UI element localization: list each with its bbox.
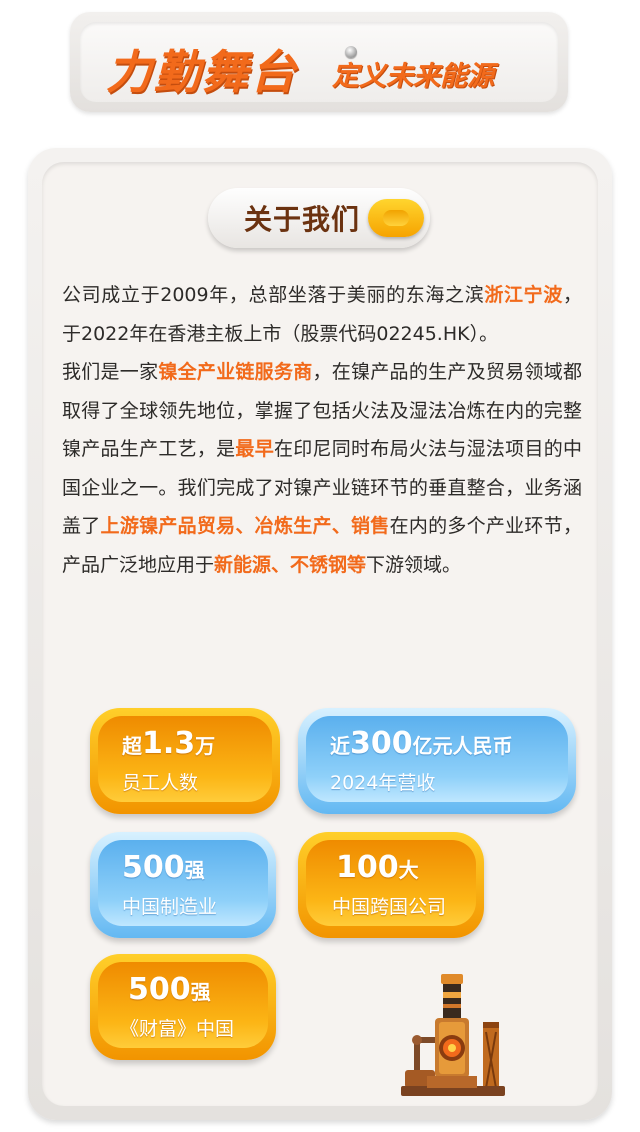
stat-value: 100 [336, 850, 399, 885]
section-title: 关于我们 [244, 203, 361, 236]
stat-value: 500 [122, 850, 185, 885]
factory-illustration-icon [401, 974, 505, 1096]
header-banner: 力勤舞台 定义未来能源 [70, 12, 568, 112]
stat-label: 《财富》中国 [120, 1018, 235, 1040]
header-subtitle: 定义未来能源 [332, 61, 494, 92]
highlight-text: 新能源、不锈钢等 [214, 553, 367, 576]
section-title-pill: 关于我们 [208, 188, 430, 248]
highlight-text: 浙江宁波 [484, 284, 563, 306]
stat-value-line: 100大 [336, 850, 522, 885]
about-paragraph-2: 我们是一家镍全产业链服务商，在镍产品的生产及贸易领域都取得了全球领先地位，掌握了… [62, 353, 582, 584]
stat-label: 中国跨国公司 [332, 896, 447, 918]
stat-unit: 强 [184, 858, 205, 882]
stat-prefix: 近 [330, 734, 350, 758]
stat-card-fortune: 500强 《财富》中国 [90, 954, 276, 1060]
stat-unit: 万 [195, 734, 216, 758]
about-paragraph-1: 公司成立于2009年，总部坐落于美丽的东海之滨浙江宁波，于2022年在香港主板上… [62, 276, 582, 353]
stat-card-employees: 超1.3万 员工人数 [90, 708, 280, 814]
rivet-icon [345, 46, 357, 58]
stat-card-multinational: 100大 中国跨国公司 [298, 832, 484, 938]
header-banner-inner: 力勤舞台 定义未来能源 [80, 22, 558, 102]
highlight-text: 上游镍产品贸易、冶炼生产、销售 [100, 515, 390, 537]
stat-label: 员工人数 [122, 772, 199, 794]
stat-value: 300 [350, 726, 413, 761]
header-title: 力勤舞台 [106, 45, 298, 99]
stat-value: 1.3 [142, 726, 196, 761]
stat-card-revenue: 近300亿元人民币 2024年营收 [298, 708, 576, 814]
stat-value-line: 超1.3万 [122, 726, 312, 761]
stat-label: 2024年营收 [330, 772, 436, 794]
stat-unit: 亿元人民币 [412, 734, 513, 758]
body-text: 我们是一家 [62, 361, 159, 383]
body-text: 公司成立于2009年，总部坐落于美丽的东海之滨 [62, 284, 485, 306]
body-text: 下游领域。 [366, 553, 462, 576]
stat-prefix: 超 [122, 734, 142, 758]
stat-value-line: 近300亿元人民币 [330, 726, 608, 761]
stat-value: 500 [128, 972, 191, 1007]
about-text: 公司成立于2009年，总部坐落于美丽的东海之滨浙江宁波，于2022年在香港主板上… [62, 276, 582, 584]
stat-value-line: 500强 [122, 850, 308, 885]
stat-label: 中国制造业 [122, 896, 218, 918]
toggle-knob-icon [368, 199, 424, 237]
highlight-text: 最早 [235, 438, 274, 460]
stat-unit: 强 [190, 980, 211, 1004]
stat-card-manufacturing: 500强 中国制造业 [90, 832, 276, 938]
stat-unit: 大 [398, 858, 419, 882]
highlight-text: 镍全产业链服务商 [158, 361, 313, 383]
stat-value-line: 500强 [128, 972, 314, 1007]
